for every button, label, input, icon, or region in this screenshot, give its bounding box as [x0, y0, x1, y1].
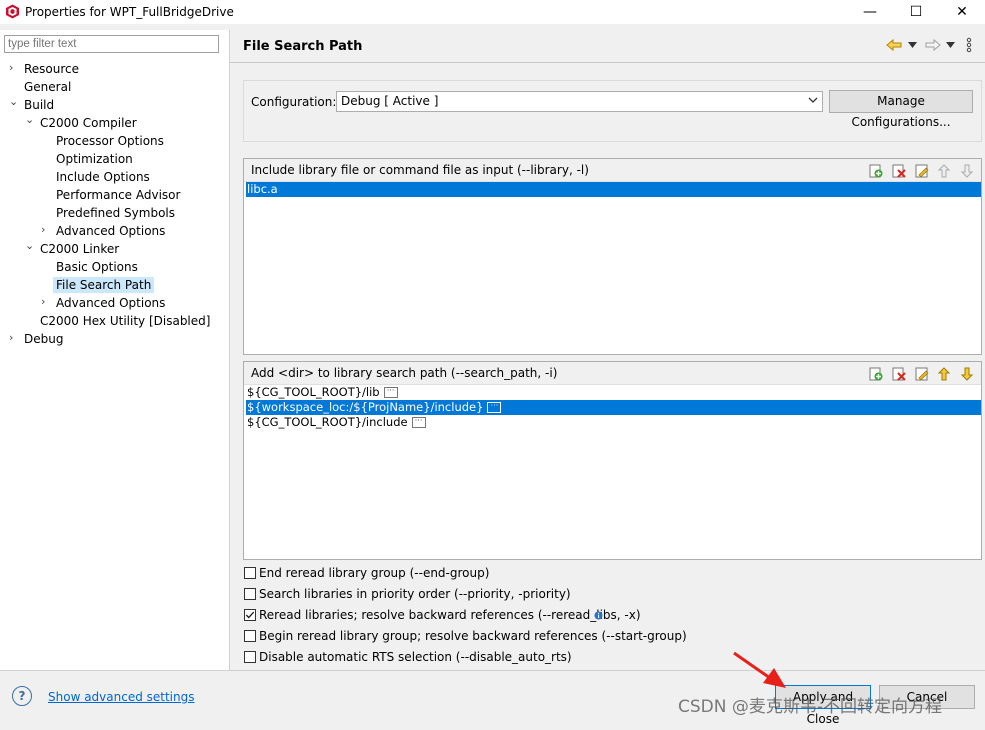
collapse-icon[interactable]: ⌄ [25, 113, 34, 126]
sidebar-item-general[interactable]: General [24, 79, 71, 95]
configuration-label: Configuration: [251, 95, 337, 109]
sidebar-item-compiler-advanced-options[interactable]: Advanced Options [56, 223, 165, 239]
sidebar-item-processor-options[interactable]: Processor Options [56, 133, 164, 149]
sidebar-item-build[interactable]: Build [24, 97, 54, 113]
manage-configurations-button[interactable]: Manage Configurations... [829, 90, 973, 129]
sidebar-item-performance-advisor[interactable]: Performance Advisor [56, 187, 180, 203]
end-group-checkbox[interactable] [244, 567, 256, 579]
search-path-text: ${CG_TOOL_ROOT}/include [247, 415, 408, 429]
help-icon[interactable]: ? [12, 686, 32, 706]
close-button[interactable]: ✕ [939, 0, 985, 24]
start-group-checkbox[interactable] [244, 630, 256, 642]
collapse-icon[interactable]: ⌄ [25, 239, 34, 252]
checkmark-icon [245, 611, 255, 619]
chevron-down-icon[interactable] [808, 97, 818, 104]
maximize-button[interactable]: ☐ [893, 0, 939, 24]
edit-icon[interactable] [915, 164, 929, 178]
delete-icon[interactable] [892, 164, 906, 178]
annotation-arrow-icon [733, 651, 786, 688]
add-icon[interactable] [869, 367, 883, 381]
back-dropdown-icon[interactable] [908, 42, 917, 48]
footer-divider [0, 670, 985, 671]
expand-icon[interactable]: › [41, 295, 45, 308]
priority-checkbox[interactable] [244, 588, 256, 600]
sidebar-item-include-options[interactable]: Include Options [56, 169, 150, 185]
back-arrow-icon[interactable] [886, 38, 902, 52]
filter-input[interactable] [4, 35, 219, 53]
move-up-icon[interactable] [937, 367, 951, 381]
priority-label: Search libraries in priority order (--pr… [259, 587, 571, 601]
page-title: File Search Path [243, 39, 363, 54]
collapse-icon[interactable]: ⌄ [9, 95, 18, 108]
watermark: CSDN @麦克斯韦-不回转定向方程 [678, 697, 943, 717]
sidebar-item-c2000-linker[interactable]: C2000 Linker [40, 241, 119, 257]
reread-libs-checkbox[interactable] [244, 609, 256, 621]
disable-auto-rts-label: Disable automatic RTS selection (--disab… [259, 650, 572, 664]
window-title: Properties for WPT_FullBridgeDrive [25, 5, 234, 19]
search-path-item[interactable]: ${CG_TOOL_ROOT}/include ··· [246, 415, 426, 430]
library-item[interactable]: libc.a [246, 182, 981, 197]
move-down-icon[interactable] [960, 164, 974, 178]
delete-icon[interactable] [892, 367, 906, 381]
header-divider [230, 62, 985, 63]
search-path-text: ${CG_TOOL_ROOT}/lib [247, 385, 380, 399]
expand-icon[interactable]: › [9, 61, 13, 74]
add-icon[interactable] [869, 164, 883, 178]
forward-dropdown-icon[interactable] [946, 42, 955, 48]
sidebar-item-debug[interactable]: Debug [24, 331, 63, 347]
minimize-button[interactable]: — [847, 0, 893, 24]
move-up-icon[interactable] [937, 164, 951, 178]
pane-divider[interactable] [229, 30, 230, 671]
info-icon[interactable] [594, 611, 603, 620]
forward-arrow-icon[interactable] [925, 38, 941, 52]
move-down-icon[interactable] [960, 367, 974, 381]
configuration-select[interactable]: Debug [ Active ] [336, 91, 823, 112]
sidebar-item-c2000-hex-utility[interactable]: C2000 Hex Utility [Disabled] [40, 313, 210, 329]
sidebar-item-file-search-path[interactable]: File Search Path [53, 277, 155, 293]
show-advanced-settings-link[interactable]: Show advanced settings [48, 690, 195, 704]
disable-auto-rts-checkbox[interactable] [244, 651, 256, 663]
sidebar-item-basic-options[interactable]: Basic Options [56, 259, 138, 275]
ellipsis-icon[interactable]: ··· [411, 417, 426, 428]
reread-libs-label: Reread libraries; resolve backward refer… [259, 608, 641, 622]
search-path-text: ${workspace_loc:/${ProjName}/include} [247, 400, 484, 414]
end-group-label: End reread library group (--end-group) [259, 566, 490, 580]
expand-icon[interactable]: › [9, 331, 13, 344]
app-icon [6, 4, 19, 19]
search-path-item[interactable]: ${workspace_loc:/${ProjName}/include} ··· [246, 400, 981, 415]
sidebar-item-optimization[interactable]: Optimization [56, 151, 133, 167]
view-menu-icon[interactable] [966, 37, 972, 53]
sidebar-item-c2000-compiler[interactable]: C2000 Compiler [40, 115, 137, 131]
start-group-label: Begin reread library group; resolve back… [259, 629, 687, 643]
sidebar-item-linker-advanced-options[interactable]: Advanced Options [56, 295, 165, 311]
ellipsis-icon[interactable]: ··· [487, 402, 502, 413]
sidebar-item-resource[interactable]: Resource [24, 61, 79, 77]
library-item-text: libc.a [247, 182, 278, 196]
edit-icon[interactable] [915, 367, 929, 381]
sidebar-item-predefined-symbols[interactable]: Predefined Symbols [56, 205, 175, 221]
ellipsis-icon[interactable]: ··· [383, 387, 398, 398]
search-path-item[interactable]: ${CG_TOOL_ROOT}/lib ··· [246, 385, 398, 400]
expand-icon[interactable]: › [41, 223, 45, 236]
